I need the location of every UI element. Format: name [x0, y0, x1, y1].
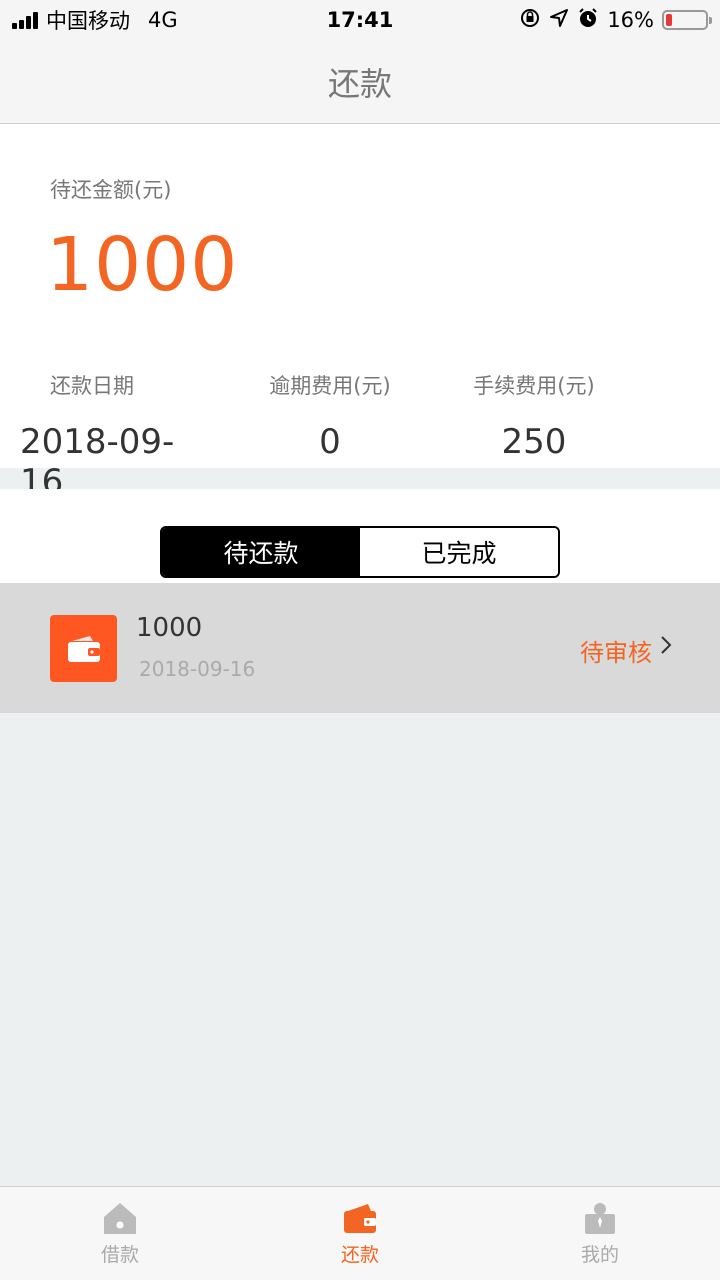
service-fee-label: 手续费用(元): [473, 374, 595, 398]
amount-due-value: 1000: [46, 222, 239, 308]
signal-icon: [12, 11, 38, 29]
wallet-icon: [344, 1204, 376, 1233]
user-icon: [585, 1203, 615, 1234]
chevron-right-icon: [660, 635, 672, 659]
tab-borrow[interactable]: 借款: [0, 1187, 240, 1280]
location-icon: [549, 8, 569, 33]
list-item[interactable]: 1000 2018-09-16 待审核: [0, 583, 720, 713]
amount-due-label: 待还金额(元): [50, 178, 172, 202]
home-icon: [104, 1203, 136, 1234]
rotation-lock-icon: [519, 7, 541, 34]
record-amount: 1000: [136, 613, 203, 643]
carrier-label: 中国移动: [46, 9, 130, 33]
overdue-fee-value: 0: [319, 422, 341, 462]
repayment-date-label: 还款日期: [50, 374, 134, 398]
status-right: 16%: [519, 7, 712, 34]
page-title: 还款: [327, 64, 392, 103]
wallet-icon: [50, 615, 117, 682]
service-fee-value: 250: [501, 422, 567, 462]
record-status: 待审核: [580, 639, 652, 667]
tab-repay-label: 还款: [340, 1244, 379, 1266]
tab-borrow-label: 借款: [100, 1244, 139, 1266]
record-date: 2018-09-16: [139, 657, 256, 681]
nav-bar: 还款: [0, 40, 720, 124]
battery-fill: [666, 14, 673, 26]
tab-mine-label: 我的: [580, 1244, 619, 1266]
repayment-date: 还款日期 2018-09-16: [20, 370, 216, 502]
tab-mine[interactable]: 我的: [480, 1187, 720, 1280]
alarm-icon: [577, 7, 599, 34]
status-segmented-control: 待还款 已完成: [160, 526, 560, 578]
tab-completed[interactable]: 已完成: [360, 528, 558, 576]
bottom-tab-bar: 借款 还款 我的: [0, 1186, 720, 1280]
overdue-fee-label: 逾期费用(元): [269, 374, 391, 398]
tab-pending[interactable]: 待还款: [162, 528, 360, 576]
status-bar: 中国移动 4G 17:41 16%: [0, 0, 720, 40]
status-left: 中国移动 4G: [12, 5, 178, 35]
tabs-section: 待还款 已完成: [0, 489, 720, 583]
tab-repay[interactable]: 还款: [240, 1187, 480, 1280]
service-fee: 手续费用(元) 250: [466, 370, 602, 462]
battery-icon: [662, 10, 712, 30]
repayment-summary: 待还金额(元) 1000 还款日期 2018-09-16 逾期费用(元) 0 手…: [0, 124, 720, 502]
overdue-fee: 逾期费用(元) 0: [262, 370, 398, 462]
network-label: 4G: [148, 8, 178, 32]
battery-percent: 16%: [607, 8, 654, 32]
